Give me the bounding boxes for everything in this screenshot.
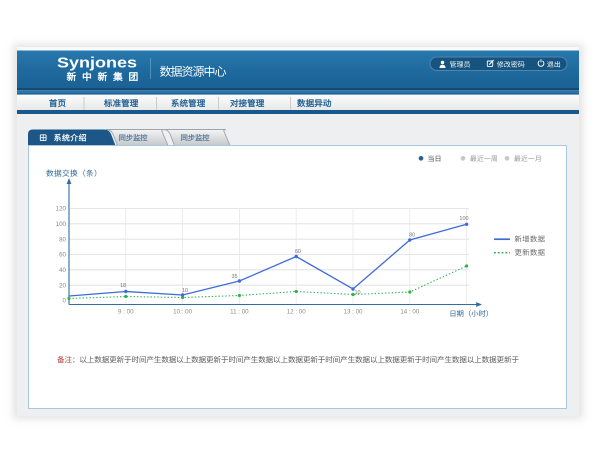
svg-text:20: 20 bbox=[59, 282, 66, 289]
svg-text:13 : 00: 13 : 00 bbox=[344, 309, 363, 316]
svg-text:10: 10 bbox=[354, 290, 360, 296]
svg-text:11 : 00: 11 : 00 bbox=[230, 309, 249, 316]
svg-text:14 : 00: 14 : 00 bbox=[400, 309, 419, 316]
svg-text:100: 100 bbox=[459, 216, 468, 222]
svg-text:120: 120 bbox=[56, 206, 67, 213]
svg-text:100: 100 bbox=[56, 221, 67, 228]
svg-text:40: 40 bbox=[59, 267, 66, 274]
svg-text:18: 18 bbox=[120, 283, 126, 289]
svg-text:35: 35 bbox=[231, 274, 237, 280]
svg-text:10 : 00: 10 : 00 bbox=[173, 309, 192, 316]
svg-text:0: 0 bbox=[63, 298, 67, 305]
svg-text:10: 10 bbox=[182, 288, 188, 294]
svg-text:9 : 00: 9 : 00 bbox=[118, 309, 134, 316]
svg-text:Synjones: Synjones bbox=[57, 54, 137, 71]
svg-text:80: 80 bbox=[409, 233, 415, 239]
svg-text:60: 60 bbox=[59, 252, 66, 259]
svg-text:60: 60 bbox=[295, 249, 301, 255]
svg-text:80: 80 bbox=[59, 236, 66, 243]
svg-text:12 : 00: 12 : 00 bbox=[287, 309, 306, 316]
